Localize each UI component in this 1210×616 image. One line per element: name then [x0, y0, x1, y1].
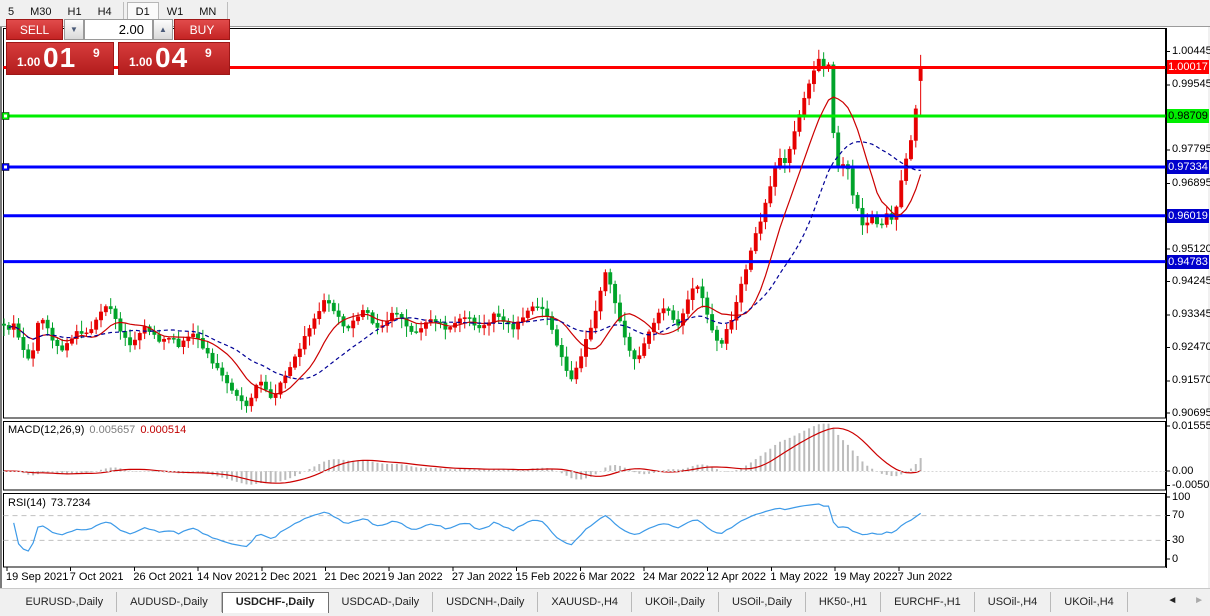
- buy-price-pipette: 9: [205, 46, 212, 60]
- chart-tab-eurchf-h1[interactable]: EURCHF-,H1: [881, 592, 975, 612]
- rsi-tick-70: 70: [1172, 509, 1185, 522]
- date-tick-27-jan-2022: 27 Jan 2022: [451, 571, 513, 583]
- price-tick-0.99545: 0.99545: [1172, 78, 1210, 91]
- tab-scroll-left-icon[interactable]: ◄: [1167, 595, 1177, 606]
- date-tick-1-may-2022: 1 May 2022: [770, 571, 828, 583]
- price-line-badge-0.94783: 0.94783: [1167, 254, 1209, 269]
- sell-button[interactable]: SELL: [6, 19, 63, 40]
- tab-scroll-right-icon[interactable]: ►: [1194, 595, 1204, 606]
- price-line-badge-0.98709: 0.98709: [1167, 109, 1209, 123]
- buy-price-prefix: 1.00: [129, 55, 153, 69]
- chart-tab-usdcad-daily[interactable]: USDCAD-,Daily: [329, 592, 434, 612]
- price-tick-0.93345: 0.93345: [1172, 308, 1210, 321]
- chart-tab-eurusd-daily[interactable]: EURUSD-,Daily: [12, 592, 118, 612]
- rsi-tick-100: 100: [1172, 490, 1191, 503]
- mt4-application-window: 5M30H1H4D1W1MN ▲USDCHF-,Daily0.996631.00…: [0, 0, 1210, 616]
- rsi-current-value: 73.7234: [50, 497, 91, 509]
- date-tick-24-mar-2022: 24 Mar 2022: [643, 571, 705, 583]
- date-tick-26-oct-2021: 26 Oct 2021: [133, 571, 194, 583]
- chart-tab-usoil-h4[interactable]: USOil-,H4: [975, 592, 1052, 612]
- date-tick-7-jun-2022: 7 Jun 2022: [897, 571, 953, 583]
- price-line-badge-0.96019: 0.96019: [1167, 208, 1209, 223]
- volume-increase-button[interactable]: ▲: [153, 19, 173, 40]
- chart-tab-usoil-daily[interactable]: USOil-,Daily: [719, 592, 806, 612]
- chart-tab-ukoil-h4[interactable]: UKOil-,H4: [1051, 592, 1128, 612]
- date-tick-2-dec-2021: 2 Dec 2021: [260, 571, 318, 583]
- chart-tab-hk50-h1[interactable]: HK50-,H1: [806, 592, 882, 612]
- chart-tab-ukoil-daily[interactable]: UKOil-,Daily: [632, 592, 719, 612]
- chart-canvas[interactable]: [0, 0, 1210, 616]
- chart-tab-usdchf-daily[interactable]: USDCHF-,Daily: [221, 592, 329, 614]
- rsi-name: RSI(14): [8, 497, 46, 509]
- rsi-tick-0: 0: [1172, 552, 1179, 565]
- rsi-indicator-label: RSI(14) 73.7234: [8, 497, 91, 509]
- buy-price-digits: 04: [155, 42, 189, 73]
- price-tick-0.94245: 0.94245: [1172, 275, 1210, 288]
- date-tick-15-feb-2022: 15 Feb 2022: [515, 571, 578, 583]
- macd-signal-value: 0.000514: [140, 424, 187, 436]
- one-click-trading-panel: SELL ▼ 2.00 ▲ BUY 1.00 01 9 1.00 04 9: [6, 19, 230, 75]
- date-tick-19-may-2022: 19 May 2022: [834, 571, 898, 583]
- price-tick-1.00445: 1.00445: [1172, 45, 1210, 58]
- price-tick-0.97795: 0.97795: [1172, 143, 1210, 156]
- price-line-badge-1.00017: 1.00017: [1167, 60, 1209, 75]
- macd-tick-0.00: 0.00: [1172, 464, 1194, 477]
- sell-price-prefix: 1.00: [17, 55, 41, 69]
- date-tick-6-mar-2022: 6 Mar 2022: [579, 571, 635, 583]
- price-line-badge-0.97334: 0.97334: [1167, 159, 1209, 174]
- price-tick-0.92470: 0.92470: [1172, 340, 1210, 353]
- chart-tab-audusd-daily[interactable]: AUDUSD-,Daily: [117, 592, 222, 612]
- macd-main-value: 0.005657: [89, 424, 136, 436]
- sell-price-pipette: 9: [93, 46, 100, 60]
- date-tick-9-jan-2022: 9 Jan 2022: [388, 571, 443, 583]
- sell-price-display[interactable]: 1.00 01 9: [6, 42, 114, 75]
- volume-decrease-button[interactable]: ▼: [64, 19, 84, 40]
- date-tick-19-sep-2021: 19 Sep 2021: [6, 571, 69, 583]
- volume-input[interactable]: 2.00: [84, 19, 153, 40]
- macd-name: MACD(12,26,9): [8, 424, 85, 436]
- chart-tab-bar: EURUSD-,Daily AUDUSD-,Daily USDCHF-,Daily U…: [0, 592, 1210, 614]
- chart-tab-usdcnh-daily[interactable]: USDCNH-,Daily: [433, 592, 539, 612]
- tab-scroll-controls: ◄ ►: [1167, 595, 1204, 606]
- date-tick-12-apr-2022: 12 Apr 2022: [706, 571, 767, 583]
- macd-tick-0.01555: 0.01555: [1172, 419, 1210, 432]
- sell-price-digits: 01: [43, 42, 77, 73]
- date-tick-14-nov-2021: 14 Nov 2021: [197, 571, 260, 583]
- buy-button[interactable]: BUY: [174, 19, 230, 40]
- buy-price-display[interactable]: 1.00 04 9: [118, 42, 230, 75]
- price-tick-0.96895: 0.96895: [1172, 176, 1210, 189]
- rsi-tick-30: 30: [1172, 533, 1185, 546]
- macd-indicator-label: MACD(12,26,9) 0.005657 0.000514: [8, 424, 186, 436]
- price-tick-0.90695: 0.90695: [1172, 406, 1210, 419]
- price-tick-0.91570: 0.91570: [1172, 374, 1210, 387]
- date-tick-21-dec-2021: 21 Dec 2021: [324, 571, 387, 583]
- chart-tab-xauusd-h4[interactable]: XAUUSD-,H4: [538, 592, 633, 612]
- date-tick-7-oct-2021: 7 Oct 2021: [69, 571, 124, 583]
